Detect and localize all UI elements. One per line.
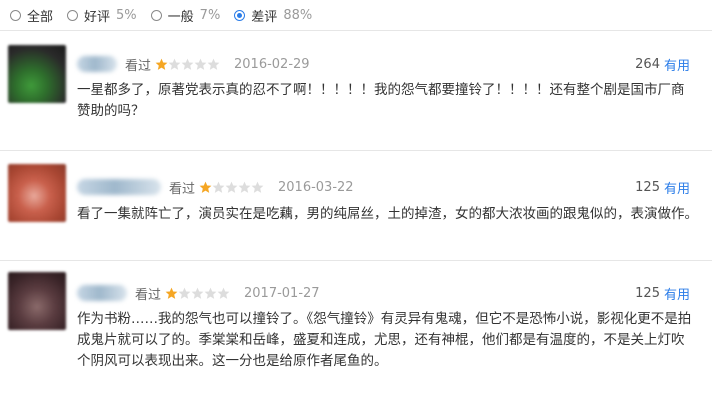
useful-count: 125 xyxy=(635,179,660,195)
review-content: 作为书粉……我的怨气也可以撞铃了。《怨气撞铃》有灵异有鬼魂，但它不是恐怖小说，影… xyxy=(77,311,692,369)
filter-all-radio[interactable] xyxy=(10,9,21,21)
useful-button[interactable]: 有用 xyxy=(664,55,690,74)
star-empty-icon xyxy=(181,58,194,70)
filter-negative-radio[interactable] xyxy=(234,9,246,21)
filter-positive-radio[interactable] xyxy=(67,9,79,21)
avatar[interactable] xyxy=(8,272,66,330)
filter-negative-percent: 88% xyxy=(283,7,313,23)
rating-stars xyxy=(165,287,230,300)
watch-status: 看过 xyxy=(169,181,196,197)
star-empty-icon xyxy=(178,287,191,299)
avatar[interactable] xyxy=(8,45,66,103)
rating-stars xyxy=(199,181,264,194)
username[interactable] xyxy=(77,179,161,195)
review-item: 看过 2017-01-27 125 有用 作为书粉……我的怨气也可以撞铃了。《怨… xyxy=(0,260,712,400)
star-empty-icon xyxy=(238,181,251,193)
filter-all-label: 全部 xyxy=(27,9,54,25)
avatar[interactable] xyxy=(8,164,66,222)
review-content: 看了一集就阵亡了，演员实在是吃藕，男的纯屌丝，土的掉渣，女的都大浓妆画的跟鬼似的… xyxy=(77,206,698,222)
filter-neutral-label: 一般 xyxy=(167,9,194,25)
star-filled-icon xyxy=(199,181,212,193)
filter-all[interactable]: 全部 xyxy=(10,6,53,25)
filter-neutral-percent: 7% xyxy=(199,7,221,23)
star-empty-icon xyxy=(204,287,217,299)
star-empty-icon xyxy=(207,58,220,70)
rating-filter-bar: 全部 好评 5% 一般 7% 差评 88% xyxy=(10,4,326,26)
star-empty-icon xyxy=(191,287,204,299)
useful-button[interactable]: 有用 xyxy=(664,284,690,303)
star-empty-icon xyxy=(194,58,207,70)
useful-vote: 125 有用 xyxy=(635,283,690,303)
filter-neutral[interactable]: 一般 7% xyxy=(150,6,221,25)
useful-vote: 264 有用 xyxy=(635,54,690,74)
useful-count: 264 xyxy=(635,56,660,72)
review-item: 看过 2016-03-22 125 有用 看了一集就阵亡了，演员实在是吃藕，男的… xyxy=(0,150,712,260)
star-empty-icon xyxy=(217,287,230,299)
star-empty-icon xyxy=(251,181,264,193)
star-empty-icon xyxy=(168,58,181,70)
star-filled-icon xyxy=(155,58,168,70)
watch-status: 看过 xyxy=(125,58,152,74)
useful-button[interactable]: 有用 xyxy=(664,178,690,197)
review-item: 看过 2016-02-29 264 有用 一星都多了，原著党表示真的忍不了啊！！… xyxy=(0,30,712,150)
username[interactable] xyxy=(77,285,127,301)
review-header: 看过 2017-01-27 xyxy=(77,283,320,303)
useful-count: 125 xyxy=(635,285,660,301)
useful-vote: 125 有用 xyxy=(635,177,690,197)
star-empty-icon xyxy=(212,181,225,193)
watch-status: 看过 xyxy=(135,287,162,303)
star-filled-icon xyxy=(165,287,178,299)
review-date: 2016-02-29 xyxy=(234,56,310,72)
filter-negative-label: 差评 xyxy=(251,9,278,25)
review-date: 2017-01-27 xyxy=(244,285,320,301)
filter-positive-label: 好评 xyxy=(84,9,111,25)
review-header: 看过 2016-02-29 xyxy=(77,54,310,74)
username[interactable] xyxy=(77,56,117,72)
review-header: 看过 2016-03-22 xyxy=(77,177,354,197)
rating-stars xyxy=(155,58,220,71)
review-content: 一星都多了，原著党表示真的忍不了啊！！！！！我的怨气都要撞铃了！！！！还有整个剧… xyxy=(77,82,685,119)
filter-negative[interactable]: 差评 88% xyxy=(234,6,312,25)
filter-neutral-radio[interactable] xyxy=(150,9,162,21)
review-date: 2016-03-22 xyxy=(278,179,354,195)
star-empty-icon xyxy=(225,181,238,193)
filter-positive-percent: 5% xyxy=(116,7,137,23)
filter-positive[interactable]: 好评 5% xyxy=(67,6,137,25)
